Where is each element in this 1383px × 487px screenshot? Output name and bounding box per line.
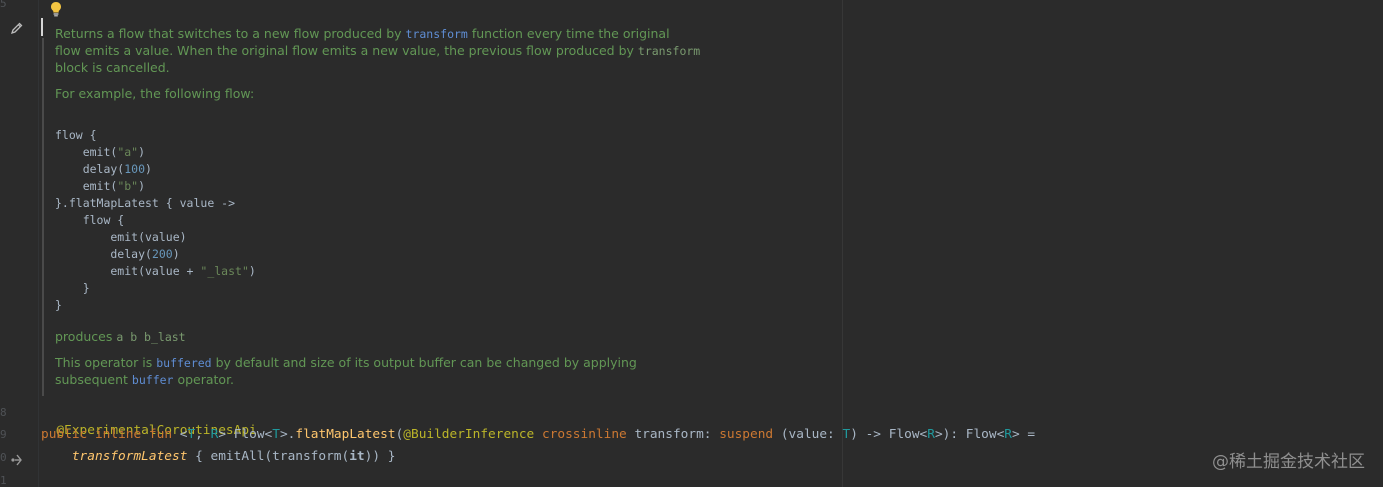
- doc-line: flow emits a value. When the original fl…: [55, 42, 700, 60]
- lightbulb-icon[interactable]: [49, 1, 63, 17]
- doc-code-block: flow { emit("a") delay(100) emit("b") }.…: [55, 110, 256, 314]
- line-number: 5: [0, 0, 7, 10]
- type-param: R: [1004, 427, 1013, 442]
- doc-text: function every time the original: [467, 26, 670, 41]
- annotation: @BuilderInference: [403, 427, 535, 442]
- code-line: delay(100): [55, 162, 152, 176]
- doc-text: This operator is: [55, 355, 157, 370]
- token: > Flow<: [218, 427, 273, 442]
- editor-gutter: 5 8 9 0 1: [0, 0, 39, 487]
- keyword: public: [41, 427, 88, 442]
- code-line-signature[interactable]: public inline fun <T, R> Flow<T>.flatMap…: [41, 426, 1035, 444]
- keyword: inline: [94, 427, 142, 442]
- keyword: suspend: [719, 427, 774, 442]
- doc-line: subsequent buffer operator.: [55, 371, 234, 389]
- code-line: }: [55, 281, 90, 295]
- doc-code-ref: transform: [637, 44, 701, 58]
- token: { emitAll(transform(: [187, 449, 350, 464]
- doc-line: block is cancelled.: [55, 60, 170, 75]
- doc-code-link[interactable]: buffer: [132, 373, 174, 387]
- line-number: 0: [0, 451, 7, 464]
- type-param: R: [927, 427, 935, 442]
- text-caret: [41, 18, 43, 36]
- implementation-marker-icon[interactable]: [10, 451, 24, 470]
- code-line: }: [55, 298, 62, 312]
- code-line: }.flatMapLatest { value ->: [55, 196, 236, 210]
- rendered-doc-bar: [42, 38, 44, 396]
- function-call: transformLatest: [71, 449, 188, 464]
- code-line: emit(value): [55, 230, 187, 244]
- doc-text: by default and size of its output buffer…: [211, 355, 637, 370]
- line-number: 8: [0, 406, 7, 419]
- pencil-icon[interactable]: [10, 20, 24, 39]
- token: >.: [279, 427, 296, 442]
- token: )) }: [364, 449, 396, 464]
- line-number: 9: [0, 428, 7, 441]
- token: ,: [195, 427, 211, 442]
- doc-text: operator.: [173, 372, 235, 387]
- token: ) -> Flow<: [850, 427, 928, 442]
- doc-code-link[interactable]: transform: [406, 27, 468, 41]
- line-number: 1: [0, 474, 7, 487]
- doc-text: produces: [55, 329, 117, 344]
- watermark: @稀土掘金技术社区: [1212, 452, 1365, 472]
- code-line-body[interactable]: transformLatest { emitAll(transform(it))…: [41, 448, 396, 466]
- keyword-it: it: [349, 449, 365, 464]
- doc-line: produces a b b_last: [55, 328, 186, 346]
- token: > =: [1012, 427, 1036, 442]
- doc-code-link[interactable]: buffered: [156, 356, 211, 370]
- code-line: emit("a"): [55, 145, 146, 159]
- token: <: [172, 427, 188, 442]
- keyword: fun: [148, 427, 173, 442]
- token: >): Flow<: [934, 427, 1005, 442]
- type-param: T: [187, 427, 196, 442]
- doc-code-ref: a b b_last: [116, 330, 186, 344]
- keyword: crossinline: [541, 427, 627, 442]
- doc-line: Returns a flow that switches to a new fl…: [55, 25, 670, 43]
- code-line: flow {: [55, 213, 125, 227]
- doc-line: This operator is buffered by default and…: [55, 354, 637, 372]
- token: (value:: [773, 427, 843, 442]
- token: transform:: [626, 427, 720, 442]
- code-line: flow {: [55, 128, 97, 142]
- function-name: flatMapLatest: [295, 427, 396, 442]
- code-line: emit("b"): [55, 179, 146, 193]
- doc-paragraph: For example, the following flow:: [55, 86, 255, 101]
- code-line: emit(value + "_last"): [55, 264, 256, 278]
- type-param: T: [272, 427, 280, 442]
- doc-text: subsequent: [55, 372, 132, 387]
- code-line: delay(200): [55, 247, 180, 261]
- doc-text: flow emits a value. When the original fl…: [55, 43, 638, 58]
- doc-text: Returns a flow that switches to a new fl…: [55, 26, 406, 41]
- right-margin-guide: [842, 0, 843, 487]
